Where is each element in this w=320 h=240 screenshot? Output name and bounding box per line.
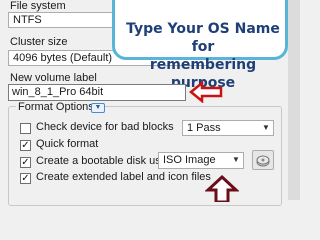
format-options-title: Format Options — [16, 101, 96, 113]
chevron-down-icon: ▼ — [262, 123, 270, 132]
quick-format-label: Quick format — [36, 138, 99, 150]
window-edge — [288, 0, 300, 200]
volume-label-value: win_8_1_Pro 64bit — [12, 86, 104, 98]
check-bad-blocks-checkbox[interactable] — [20, 123, 31, 134]
quick-format-checkbox[interactable]: ✓ — [20, 140, 31, 151]
passes-select[interactable]: 1 Pass ▼ — [182, 120, 274, 136]
file-system-value: NTFS — [13, 14, 42, 26]
chevron-down-icon: ▼ — [94, 104, 102, 111]
dark-red-arrow-up-icon — [205, 174, 239, 202]
expand-options-button[interactable]: ▼ — [91, 103, 105, 113]
volume-label-input[interactable]: win_8_1_Pro 64bit — [8, 84, 186, 101]
browse-iso-button[interactable] — [252, 150, 274, 170]
extended-label-checkbox[interactable]: ✓ — [20, 173, 31, 184]
extended-label-label: Create extended label and icon files — [36, 171, 211, 183]
disk-drive-icon — [256, 155, 270, 167]
bootable-disk-checkbox[interactable]: ✓ — [20, 157, 31, 168]
passes-value: 1 Pass — [187, 122, 221, 134]
boot-type-value: ISO Image — [163, 154, 216, 166]
format-options-title-text: Format Options — [18, 101, 94, 113]
check-bad-blocks-label: Check device for bad blocks — [36, 121, 174, 133]
format-dialog: { "file_system": {"label": "File system"… — [0, 0, 300, 206]
bootable-disk-label: Create a bootable disk using — [36, 155, 176, 167]
file-system-label: File system — [10, 0, 66, 12]
red-arrow-left-icon — [189, 81, 223, 103]
cluster-size-label: Cluster size — [10, 36, 68, 48]
chevron-down-icon: ▼ — [232, 155, 240, 164]
cluster-size-value: 4096 bytes (Default) — [13, 52, 113, 64]
boot-type-select[interactable]: ISO Image ▼ — [158, 152, 244, 169]
callout-line-1: Type Your OS Name for — [126, 21, 280, 55]
volume-label-label: New volume label — [10, 72, 97, 84]
